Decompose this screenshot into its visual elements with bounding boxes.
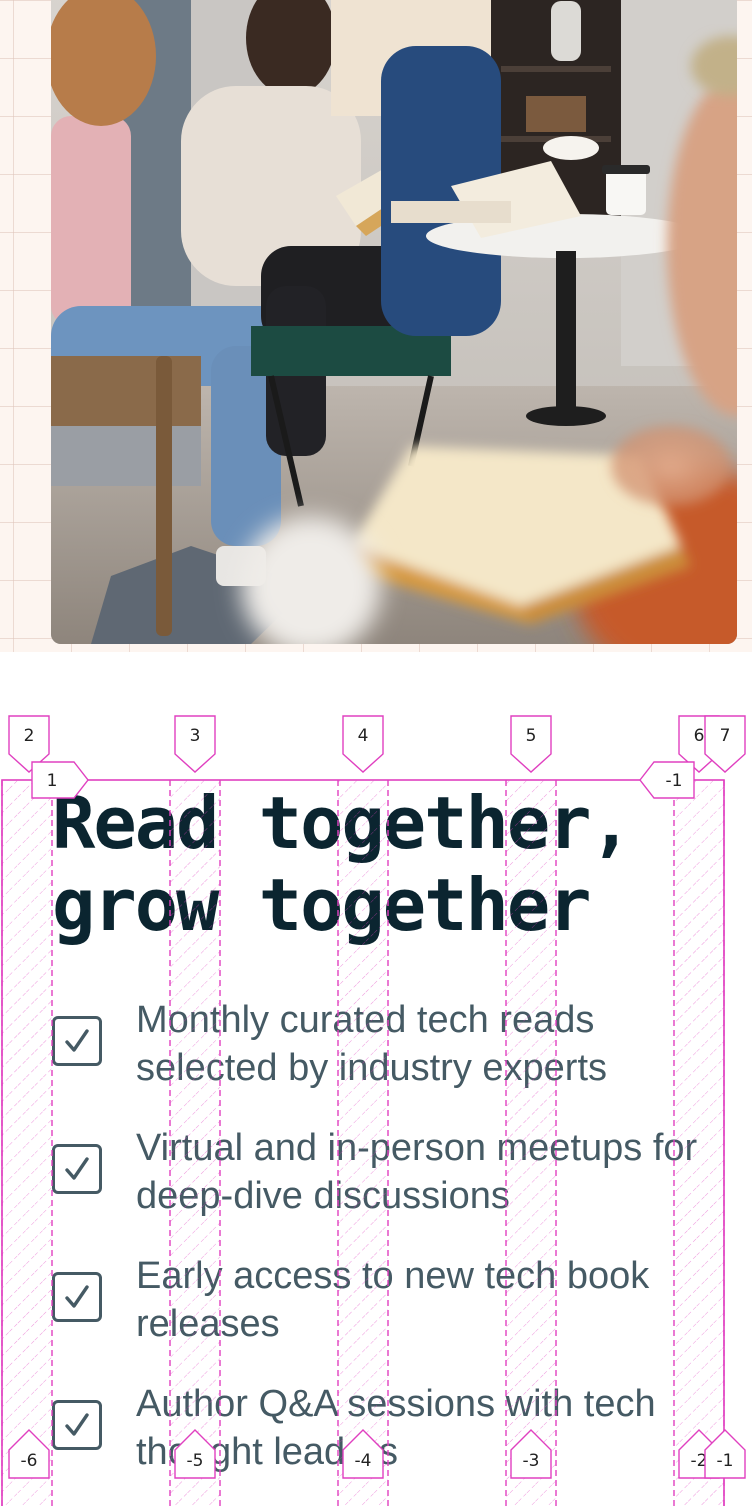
check-icon	[52, 1272, 102, 1322]
heading-line-2: grow together	[52, 863, 592, 947]
feature-item: Monthly curated tech reads selected by i…	[52, 996, 732, 1124]
feature-text: Author Q&A sessions with tech thought le…	[136, 1383, 656, 1473]
feature-text: Early access to new tech book releases	[136, 1255, 650, 1345]
hero-section	[0, 0, 752, 652]
section-heading: Read together, grow together	[52, 781, 633, 947]
hero-photo	[51, 0, 737, 644]
feature-item: Virtual and in-person meetups for deep-d…	[52, 1124, 732, 1252]
feature-text: Virtual and in-person meetups for deep-d…	[136, 1127, 698, 1217]
check-icon	[52, 1400, 102, 1450]
heading-line-1: Read together,	[52, 781, 633, 865]
feature-text: Monthly curated tech reads selected by i…	[136, 999, 608, 1089]
feature-list: Monthly curated tech reads selected by i…	[52, 996, 732, 1508]
feature-item: Early access to new tech book releases	[52, 1252, 732, 1380]
feature-item: Author Q&A sessions with tech thought le…	[52, 1380, 732, 1508]
check-icon	[52, 1144, 102, 1194]
check-icon	[52, 1016, 102, 1066]
